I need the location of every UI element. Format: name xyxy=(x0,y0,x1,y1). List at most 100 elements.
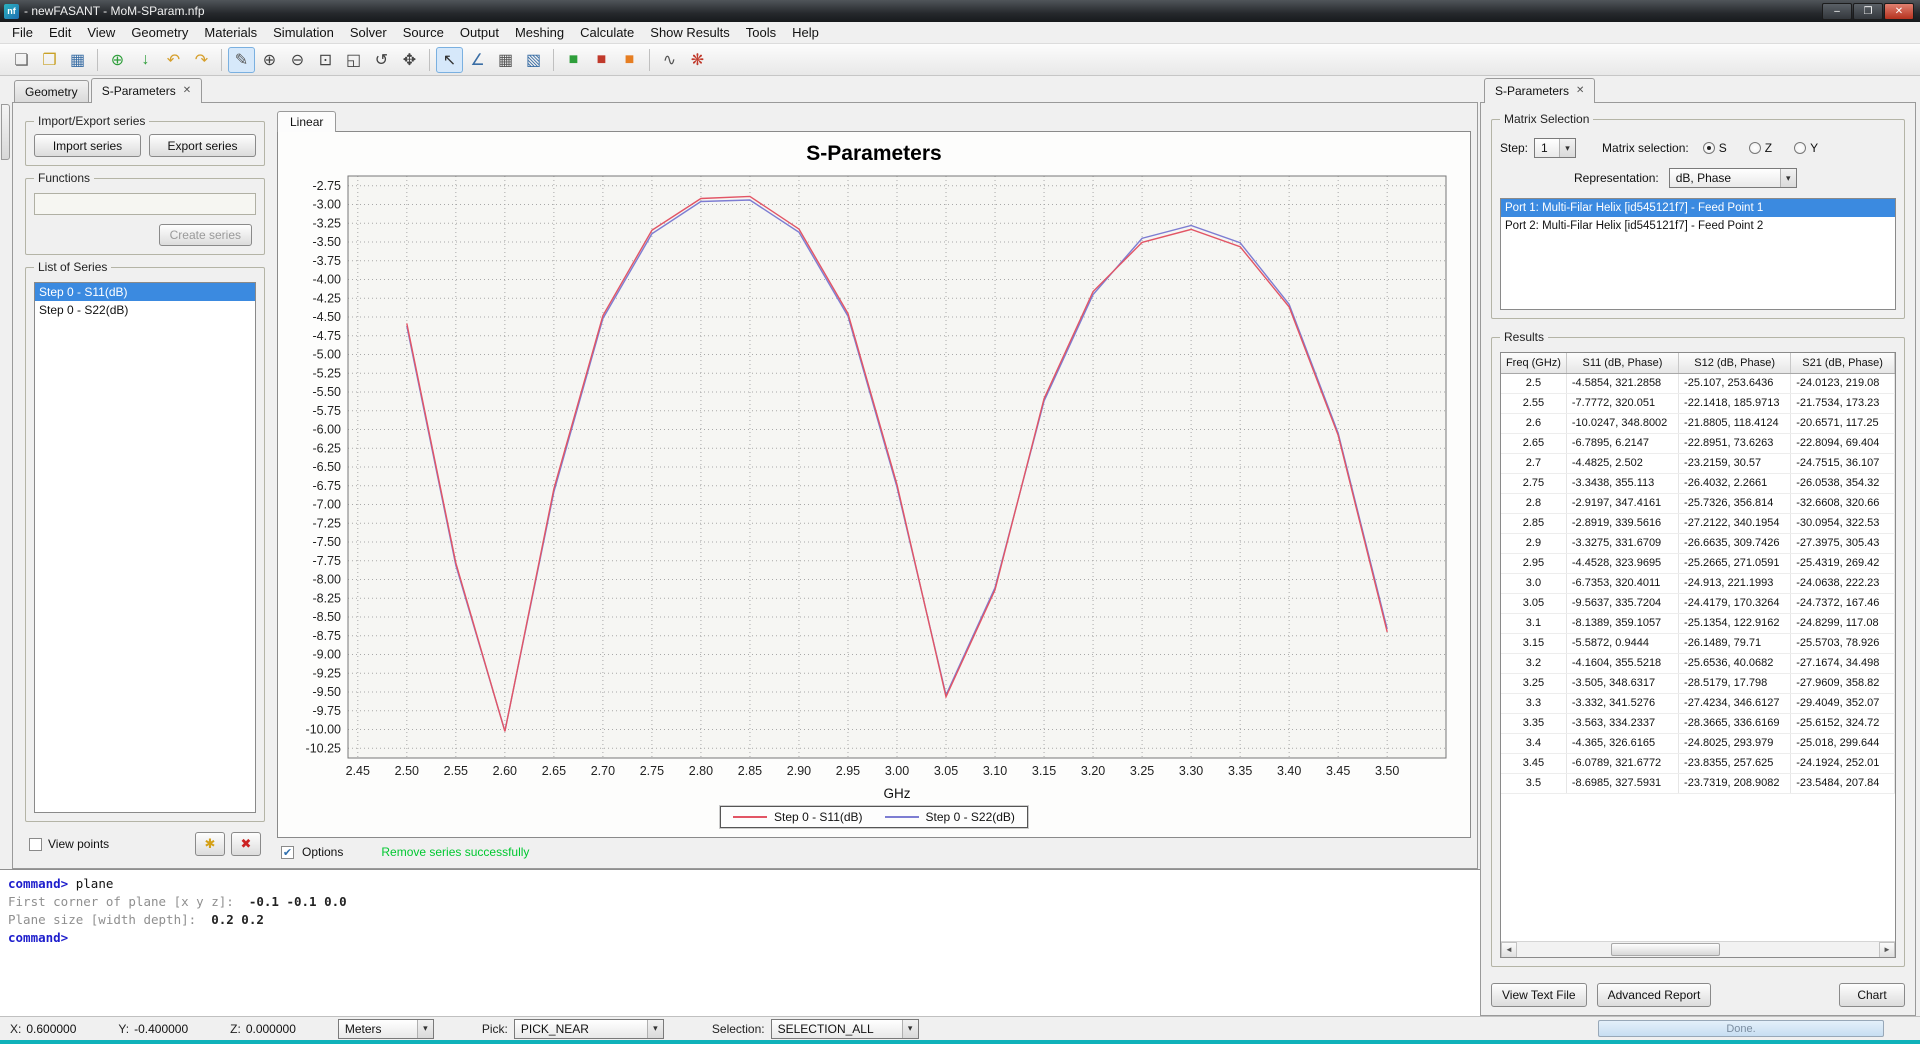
menu-geometry[interactable]: Geometry xyxy=(123,22,196,43)
save-button[interactable]: ▦ xyxy=(64,47,91,73)
open-file-button[interactable]: ❒ xyxy=(36,47,63,73)
command-console[interactable]: command> planeFirst corner of plane [x y… xyxy=(0,869,1480,1016)
options-checkbox[interactable]: ✔ xyxy=(281,846,294,859)
redo-button[interactable]: ↷ xyxy=(188,47,215,73)
results-column-header[interactable]: S21 (dB, Phase) xyxy=(1791,353,1895,373)
create-series-button[interactable]: Create series xyxy=(159,224,252,246)
solid-view-button[interactable]: ■ xyxy=(560,47,587,73)
series-list-item[interactable]: Step 0 - S11(dB) xyxy=(35,283,255,301)
tab-close-icon[interactable]: ✕ xyxy=(183,86,191,96)
zoom-out-button[interactable]: ⊖ xyxy=(284,47,311,73)
close-button[interactable]: ✕ xyxy=(1884,3,1914,20)
table-row[interactable]: 2.65-6.7895, 6.2147-22.8951, 73.6263-22.… xyxy=(1501,433,1895,453)
table-row[interactable]: 3.35-3.563, 334.2337-28.3665, 336.6169-2… xyxy=(1501,713,1895,733)
tab-geometry[interactable]: Geometry xyxy=(14,80,89,102)
function-input[interactable] xyxy=(34,193,256,215)
view-cube-button[interactable]: ▧ xyxy=(520,47,547,73)
menu-file[interactable]: File xyxy=(4,22,41,43)
table-row[interactable]: 3.15-5.5872, 0.9444-26.1489, 79.71-25.57… xyxy=(1501,633,1895,653)
table-row[interactable]: 3.5-8.6985, 327.5931-23.7319, 208.9082-2… xyxy=(1501,773,1895,793)
matrix-radio-y[interactable]: Y xyxy=(1794,141,1818,155)
results-column-header[interactable]: S11 (dB, Phase) xyxy=(1566,353,1678,373)
curve-tool-button[interactable]: ∿ xyxy=(656,47,683,73)
scroll-right-icon[interactable]: ► xyxy=(1879,942,1895,958)
table-row[interactable]: 2.85-2.8919, 339.5616-27.2122, 340.1954-… xyxy=(1501,513,1895,533)
advanced-report-button[interactable]: Advanced Report xyxy=(1597,983,1712,1007)
tab-sparameters-right[interactable]: S-Parameters ✕ xyxy=(1484,78,1595,103)
select-button[interactable]: ↖ xyxy=(436,47,463,73)
horizontal-scrollbar[interactable]: ◄ ► xyxy=(1501,941,1895,957)
menu-show-results[interactable]: Show Results xyxy=(642,22,737,43)
menu-meshing[interactable]: Meshing xyxy=(507,22,572,43)
matrix-radio-s[interactable]: S xyxy=(1703,141,1727,155)
grid-button[interactable]: ▦ xyxy=(492,47,519,73)
step-combo[interactable]: 1 ▾ xyxy=(1534,138,1576,158)
rotate-view-button[interactable]: ↺ xyxy=(368,47,395,73)
mesh-view-button[interactable]: ■ xyxy=(616,47,643,73)
debug-button[interactable]: ❋ xyxy=(684,47,711,73)
edit-button[interactable]: ✎ xyxy=(228,47,255,73)
table-row[interactable]: 2.6-10.0247, 348.8002-21.8805, 118.4124-… xyxy=(1501,413,1895,433)
menu-output[interactable]: Output xyxy=(452,22,507,43)
view-points-checkbox[interactable] xyxy=(29,838,42,851)
zoom-fit-button[interactable]: ◱ xyxy=(340,47,367,73)
scroll-left-icon[interactable]: ◄ xyxy=(1501,942,1517,958)
table-row[interactable]: 3.2-4.1604, 355.5218-25.6536, 40.0682-27… xyxy=(1501,653,1895,673)
menu-tools[interactable]: Tools xyxy=(738,22,784,43)
vertex-snap-button[interactable]: ∠ xyxy=(464,47,491,73)
matrix-radio-z[interactable]: Z xyxy=(1749,141,1772,155)
table-row[interactable]: 3.3-3.332, 341.5276-27.4234, 346.6127-29… xyxy=(1501,693,1895,713)
menu-materials[interactable]: Materials xyxy=(196,22,265,43)
view-text-file-button[interactable]: View Text File xyxy=(1491,983,1587,1007)
undo-button[interactable]: ↶ xyxy=(160,47,187,73)
pan-button[interactable]: ✥ xyxy=(396,47,423,73)
pick-combo[interactable]: PICK_NEAR ▾ xyxy=(514,1019,664,1039)
table-row[interactable]: 3.0-6.7353, 320.4011-24.913, 221.1993-24… xyxy=(1501,573,1895,593)
series-tool-button[interactable]: ✱ xyxy=(195,832,225,856)
tab-linear[interactable]: Linear xyxy=(277,111,336,132)
results-column-header[interactable]: Freq (GHz) xyxy=(1501,353,1566,373)
export-geometry-button[interactable]: ↓ xyxy=(132,47,159,73)
representation-combo[interactable]: dB, Phase ▾ xyxy=(1669,168,1797,188)
tab-s-parameters[interactable]: S-Parameters✕ xyxy=(91,78,202,103)
import-series-button[interactable]: Import series xyxy=(34,134,141,157)
port-list-item[interactable]: Port 2: Multi-Filar Helix [id545121f7] -… xyxy=(1501,217,1895,235)
menu-view[interactable]: View xyxy=(79,22,123,43)
table-row[interactable]: 3.1-8.1389, 359.1057-25.1354, 122.9162-2… xyxy=(1501,613,1895,633)
selection-combo[interactable]: SELECTION_ALL ▾ xyxy=(771,1019,919,1039)
scrollbar-thumb[interactable] xyxy=(1611,943,1720,956)
export-series-button[interactable]: Export series xyxy=(149,134,256,157)
units-combo[interactable]: Meters ▾ xyxy=(338,1019,434,1039)
menu-calculate[interactable]: Calculate xyxy=(572,22,642,43)
minimize-button[interactable]: – xyxy=(1822,3,1852,20)
table-row[interactable]: 3.25-3.505, 348.6317-28.5179, 17.798-27.… xyxy=(1501,673,1895,693)
table-row[interactable]: 2.8-2.9197, 347.4161-25.7326, 356.814-32… xyxy=(1501,493,1895,513)
menu-edit[interactable]: Edit xyxy=(41,22,79,43)
table-row[interactable]: 2.5-4.5854, 321.2858-25.107, 253.6436-24… xyxy=(1501,373,1895,393)
zoom-window-button[interactable]: ⊡ xyxy=(312,47,339,73)
table-row[interactable]: 2.75-3.3438, 355.113-26.4032, 2.2661-26.… xyxy=(1501,473,1895,493)
delete-series-button[interactable]: ✖ xyxy=(231,832,261,856)
import-geometry-button[interactable]: ⊕ xyxy=(104,47,131,73)
table-row[interactable]: 3.05-9.5637, 335.7204-24.4179, 170.3264-… xyxy=(1501,593,1895,613)
series-list-item[interactable]: Step 0 - S22(dB) xyxy=(35,301,255,319)
menu-simulation[interactable]: Simulation xyxy=(265,22,342,43)
results-column-header[interactable]: S12 (dB, Phase) xyxy=(1679,353,1791,373)
table-row[interactable]: 2.9-3.3275, 331.6709-26.6635, 309.7426-2… xyxy=(1501,533,1895,553)
table-row[interactable]: 3.45-6.0789, 321.6772-23.8355, 257.625-2… xyxy=(1501,753,1895,773)
table-row[interactable]: 2.95-4.4528, 323.9695-25.2665, 271.0591-… xyxy=(1501,553,1895,573)
menu-help[interactable]: Help xyxy=(784,22,827,43)
shaded-view-button[interactable]: ■ xyxy=(588,47,615,73)
new-file-button[interactable]: ❏ xyxy=(8,47,35,73)
menu-solver[interactable]: Solver xyxy=(342,22,395,43)
maximize-button[interactable]: ❐ xyxy=(1853,3,1883,20)
port-list-item[interactable]: Port 1: Multi-Filar Helix [id545121f7] -… xyxy=(1501,199,1895,217)
panel-expand-handle[interactable] xyxy=(1,104,10,160)
table-row[interactable]: 3.4-4.365, 326.6165-24.8025, 293.979-25.… xyxy=(1501,733,1895,753)
scrollbar-track[interactable] xyxy=(1517,942,1879,957)
tab-close-icon[interactable]: ✕ xyxy=(1576,86,1584,96)
menu-source[interactable]: Source xyxy=(395,22,452,43)
chart-button[interactable]: Chart xyxy=(1839,983,1905,1007)
table-row[interactable]: 2.55-7.7772, 320.051-22.1418, 185.9713-2… xyxy=(1501,393,1895,413)
zoom-in-button[interactable]: ⊕ xyxy=(256,47,283,73)
